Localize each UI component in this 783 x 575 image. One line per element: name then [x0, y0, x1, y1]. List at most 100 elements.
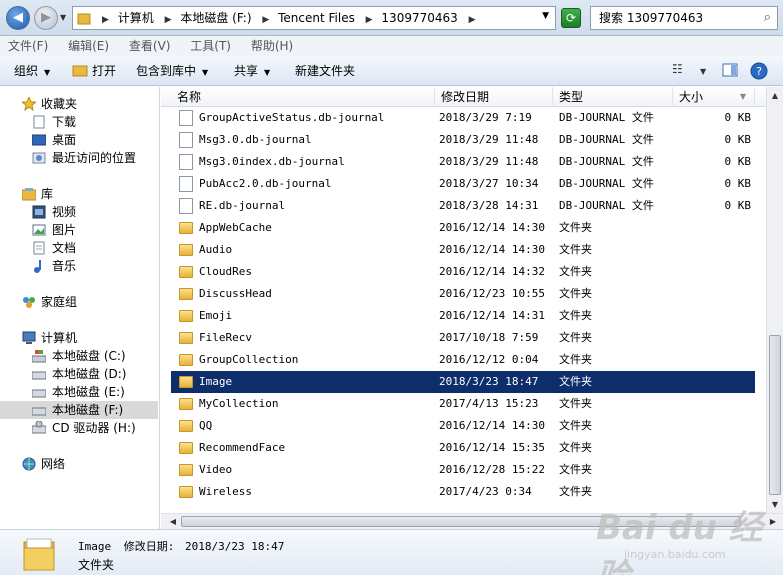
folder-row[interactable]: FileRecv 2017/10/18 7:59 文件夹 — [171, 327, 755, 349]
nav-desktop[interactable]: 桌面 — [0, 131, 158, 149]
column-header-name[interactable]: 名称 — [171, 87, 435, 107]
file-name: DiscussHead — [199, 287, 272, 300]
nav-label: 视频 — [52, 205, 77, 219]
file-name: AppWebCache — [199, 221, 272, 234]
view-options-icon[interactable]: ☷ — [672, 62, 683, 80]
nav-videos[interactable]: 视频 — [0, 203, 158, 221]
folder-row[interactable]: Audio 2016/12/14 14:30 文件夹 — [171, 239, 755, 261]
nav-favorites[interactable]: 收藏夹 — [0, 95, 158, 113]
chevron-down-icon[interactable]: ▼ — [542, 11, 549, 21]
folder-icon — [179, 420, 193, 432]
chevron-right-icon[interactable]: ▶ — [262, 15, 269, 25]
nav-label: 收藏夹 — [41, 97, 78, 111]
nav-drive-c[interactable]: 本地磁盘 (C:) — [0, 347, 158, 365]
folder-row[interactable]: Video 2016/12/28 15:22 文件夹 — [171, 459, 755, 481]
chevron-down-icon[interactable]: ▼ — [700, 67, 706, 85]
file-row[interactable]: Msg3.0.db-journal 2018/3/29 11:48 DB-JOURN… — [171, 129, 755, 151]
chevron-right-icon[interactable]: ▶ — [165, 15, 172, 25]
library-icon — [22, 188, 36, 201]
nav-network[interactable]: 网络 — [0, 455, 158, 473]
scroll-up-icon[interactable]: ▲ — [767, 87, 783, 104]
column-header-date[interactable]: 修改日期 — [435, 87, 553, 107]
nav-label: 计算机 — [41, 331, 78, 345]
file-name: RecommendFace — [199, 441, 286, 454]
scroll-left-icon[interactable]: ◀ — [165, 514, 181, 530]
nav-label: 网络 — [41, 457, 66, 471]
file-name: MyCollection — [199, 397, 279, 410]
star-icon — [22, 97, 36, 111]
address-field[interactable]: ▶ 计算机 ▶ 本地磁盘 (F:) ▶ Tencent Files ▶ 1309… — [72, 6, 556, 30]
column-header-type[interactable]: 类型 — [553, 87, 673, 107]
file-list: 名称 修改日期 类型 大小 ▼ GroupActiveStatus.db-jou… — [161, 87, 783, 529]
open-button[interactable]: 打开 — [72, 56, 116, 86]
folder-row[interactable]: RecommendFace 2016/12/14 15:35 文件夹 — [171, 437, 755, 459]
file-date: 2017/4/23 0:34 — [439, 485, 532, 498]
breadcrumb-item-drive-f[interactable]: 本地磁盘 (F:) — [180, 11, 251, 25]
nav-libraries[interactable]: 库 — [0, 185, 158, 203]
nav-drive-f[interactable]: 本地磁盘 (F:) — [0, 401, 158, 419]
search-icon[interactable]: ⌕ — [764, 7, 771, 29]
breadcrumb-item-tencent-files[interactable]: Tencent Files — [278, 11, 355, 25]
breadcrumb-item-computer[interactable]: 计算机 — [118, 11, 154, 25]
share-button[interactable]: 共享 ▼ — [234, 56, 270, 88]
file-row[interactable]: GroupActiveStatus.db-journal 2018/3/29 7:… — [171, 107, 755, 129]
nav-label: 本地磁盘 (D:) — [52, 367, 127, 381]
file-icon — [179, 176, 193, 192]
chevron-right-icon[interactable]: ▶ — [469, 15, 476, 25]
file-date: 2018/3/29 11:48 — [439, 133, 539, 146]
nav-recent-places[interactable]: 最近访问的位置 — [0, 149, 158, 167]
nav-drive-d[interactable]: 本地磁盘 (D:) — [0, 365, 158, 383]
folder-row[interactable]: Emoji 2016/12/14 14:31 文件夹 — [171, 305, 755, 327]
menu-help[interactable]: 帮助(H) — [243, 36, 301, 56]
nav-drive-h[interactable]: CD 驱动器 (H:) — [0, 419, 158, 437]
search-placeholder: 搜索 1309770463 — [599, 11, 704, 25]
svg-text:?: ? — [756, 65, 762, 78]
nav-downloads[interactable]: 下载 — [0, 113, 158, 131]
nav-computer[interactable]: 计算机 — [0, 329, 158, 347]
file-name: GroupActiveStatus.db-journal — [199, 111, 385, 124]
file-row[interactable]: PubAcc2.0.db-journal 2018/3/27 10:34 DB-JO… — [171, 173, 755, 195]
history-dropdown-icon[interactable]: ▼ — [60, 13, 66, 22]
file-row[interactable]: RE.db-journal 2018/3/28 14:31 DB-JOURNAL 文… — [171, 195, 755, 217]
folder-row[interactable]: MyCollection 2017/4/13 15:23 文件夹 — [171, 393, 755, 415]
folder-icon — [179, 398, 193, 410]
folder-icon — [179, 442, 193, 454]
menu-view[interactable]: 查看(V) — [121, 36, 179, 56]
folder-row[interactable]: AppWebCache 2016/12/14 14:30 文件夹 — [171, 217, 755, 239]
forward-button[interactable]: ▶ — [34, 6, 58, 30]
music-icon — [34, 260, 41, 273]
folder-row[interactable]: DiscussHead 2016/12/23 10:55 文件夹 — [171, 283, 755, 305]
nav-music[interactable]: 音乐 — [0, 257, 158, 275]
back-button[interactable]: ◀ — [6, 6, 30, 30]
nav-pictures[interactable]: 图片 — [0, 221, 158, 239]
include-in-library-button[interactable]: 包含到库中 ▼ — [136, 56, 208, 88]
vertical-scrollbar[interactable]: ▲ ▼ — [766, 87, 783, 513]
folder-row[interactable]: QQ 2016/12/14 14:30 文件夹 — [171, 415, 755, 437]
chevron-right-icon[interactable]: ▶ — [366, 15, 373, 25]
folder-row[interactable]: Image 2018/3/23 18:47 文件夹 — [171, 371, 755, 393]
file-date: 2018/3/27 10:34 — [439, 177, 539, 190]
column-header-size[interactable]: 大小 ▼ — [673, 87, 755, 107]
refresh-button[interactable]: ⟳ — [561, 8, 581, 28]
menu-file[interactable]: 文件(F) — [0, 36, 56, 56]
search-input[interactable]: 搜索 1309770463 ⌕ — [590, 6, 778, 30]
folder-row[interactable]: CloudRes 2016/12/14 14:32 文件夹 — [171, 261, 755, 283]
nav-drive-e[interactable]: 本地磁盘 (E:) — [0, 383, 158, 401]
file-size: 0 KB — [724, 133, 752, 146]
nav-label: 下载 — [52, 115, 77, 129]
file-type: 文件夹 — [559, 397, 592, 410]
menu-tools[interactable]: 工具(T) — [182, 36, 239, 56]
file-row[interactable]: Msg3.0index.db-journal 2018/3/29 11:48 DB-… — [171, 151, 755, 173]
breadcrumb-item-account[interactable]: 1309770463 — [381, 11, 457, 25]
nav-documents[interactable]: 文档 — [0, 239, 158, 257]
include-label: 包含到库中 — [136, 64, 197, 78]
folder-row[interactable]: GroupCollection 2016/12/12 0:04 文件夹 — [171, 349, 755, 371]
scroll-thumb[interactable] — [769, 335, 781, 495]
details-name: Image — [78, 540, 112, 553]
organize-button[interactable]: 组织 ▼ — [14, 56, 50, 88]
preview-pane-icon[interactable] — [722, 62, 738, 80]
nav-homegroup[interactable]: 家庭组 — [0, 293, 158, 311]
help-icon[interactable]: ? — [750, 62, 768, 80]
menu-edit[interactable]: 编辑(E) — [60, 36, 117, 56]
new-folder-button[interactable]: 新建文件夹 — [295, 56, 355, 86]
